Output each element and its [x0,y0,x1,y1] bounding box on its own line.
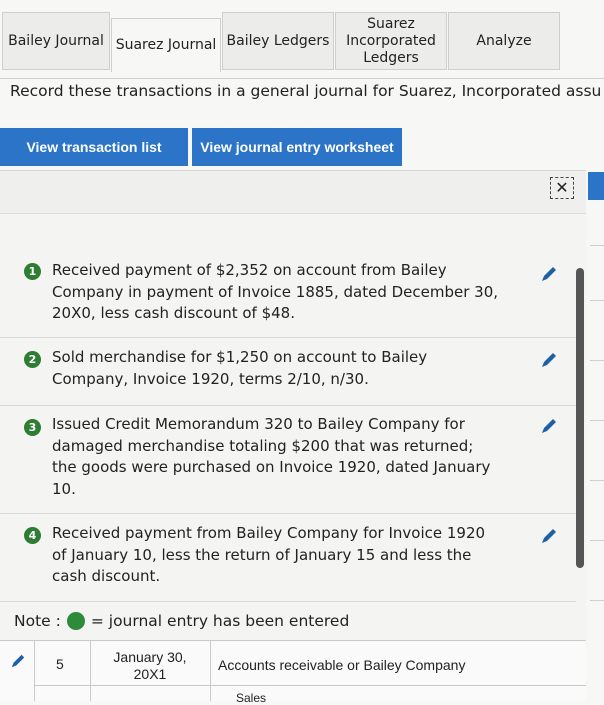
note-text: = journal entry has been entered [90,612,350,630]
transaction-number-badge: 3 [24,419,41,436]
entry-date: January 30, 20X1 [92,649,208,683]
legend-note: Note : = journal entry has been entered [14,612,349,630]
side-rule [590,360,604,361]
entry-date-line-2: 20X1 [133,666,167,682]
column-divider [34,641,35,701]
pencil-edit-icon[interactable] [540,417,558,435]
entry-number: 5 [56,656,64,672]
transaction-text: Received payment of $2,352 on account fr… [52,261,499,322]
side-rule [590,245,604,246]
side-rule [590,600,604,601]
tab-analyze[interactable]: Analyze [448,12,560,70]
panel-scrollbar[interactable] [576,268,584,568]
side-rule [590,540,604,541]
next-entry-account: Sales [236,691,267,705]
entry-account: Accounts receivable or Bailey Company [218,657,466,673]
transaction-text: Sold merchandise for $1,250 on account t… [52,348,428,388]
side-rule [590,420,604,421]
transaction-number-badge: 1 [24,263,41,280]
row-divider [34,685,586,686]
side-rule [590,480,604,481]
right-edge-tab[interactable] [588,172,604,200]
transaction-item-1: 1 Received payment of $2,352 on account … [0,213,576,338]
view-journal-entry-worksheet-button[interactable]: View journal entry worksheet [192,128,402,166]
journal-entry-row: 5 January 30, 20X1 Accounts receivable o… [0,640,586,705]
transaction-number-badge: 2 [24,351,41,368]
tab-suarez-journal[interactable]: Suarez Journal [111,18,221,72]
transaction-item-2: 2 Sold merchandise for $1,250 on account… [0,337,576,406]
pencil-edit-icon[interactable] [540,527,558,545]
transaction-item-3: 3 Issued Credit Memorandum 320 to Bailey… [0,405,576,514]
pencil-edit-icon[interactable] [540,265,558,283]
note-label: Note : [14,612,61,630]
entry-date-line-1: January 30, [113,649,187,665]
column-divider [90,641,91,701]
tab-bar: Bailey Journal Suarez Journal Bailey Led… [0,8,604,79]
transaction-number-badge: 4 [24,527,41,544]
panel-header: ✕ [0,171,586,214]
instruction-text: Record these transactions in a general j… [10,82,602,100]
view-transaction-list-button[interactable]: View transaction list [0,128,188,166]
pencil-edit-icon[interactable] [540,351,558,369]
transaction-item-4: 4 Received payment from Bailey Company f… [0,513,576,602]
pencil-edit-icon[interactable] [10,653,26,669]
transaction-text: Issued Credit Memorandum 320 to Bailey C… [52,415,491,498]
tab-underline [0,78,604,79]
tab-suarez-incorporated-ledgers[interactable]: Suarez Incorporated Ledgers [335,12,447,70]
transaction-text: Received payment from Bailey Company for… [52,524,486,585]
side-rule [590,300,604,301]
tab-bailey-ledgers[interactable]: Bailey Ledgers [222,12,334,70]
entered-dot-icon [66,612,85,630]
close-icon[interactable]: ✕ [550,177,574,199]
tab-bailey-journal[interactable]: Bailey Journal [2,12,110,70]
column-divider [210,641,211,701]
